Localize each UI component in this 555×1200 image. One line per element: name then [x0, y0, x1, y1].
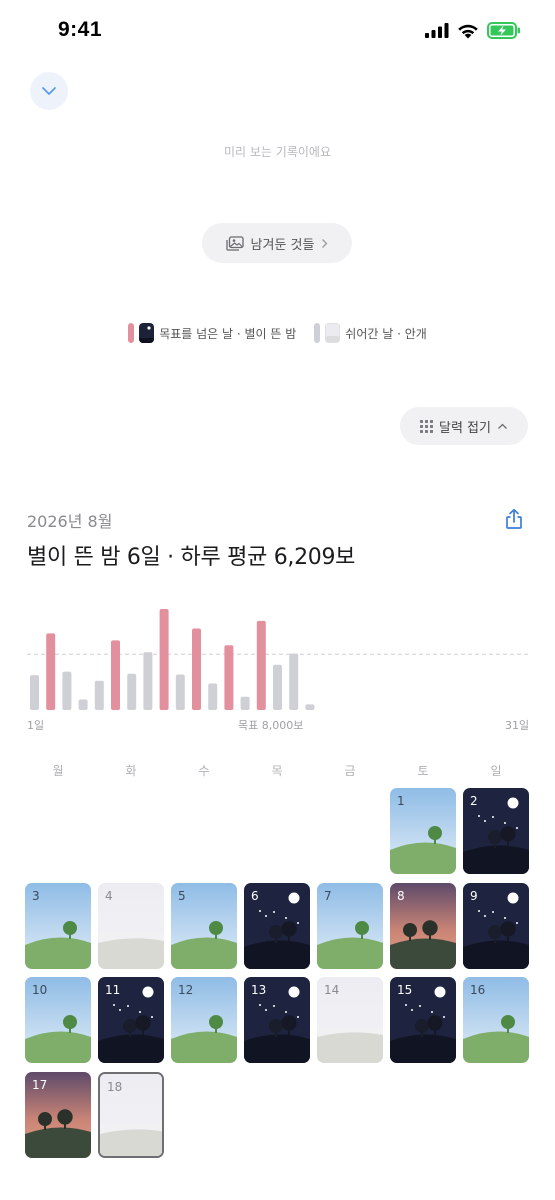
- calendar-day-number: 12: [178, 983, 194, 997]
- calendar-day-number: 2: [470, 794, 478, 808]
- status-bar: 9:41: [0, 0, 555, 62]
- chart-bar-day-3: [62, 671, 72, 710]
- month-label: 2026년 8월: [27, 512, 113, 531]
- status-time: 9:41: [58, 18, 103, 41]
- legend-goal: 목표를 넘은 날 · 별이 뜬 밤: [128, 323, 296, 343]
- weekday-header: 월 화 수 목 금 토 일: [25, 762, 529, 778]
- calendar-day-1[interactable]: 1: [390, 788, 456, 874]
- calendar-day-number: 9: [470, 889, 478, 903]
- calendar-day-number: 7: [324, 889, 332, 903]
- saved-items-button[interactable]: 남겨둔 것들: [202, 223, 352, 263]
- calendar-day-2[interactable]: 2: [463, 788, 529, 874]
- weekday-mon: 월: [52, 764, 64, 778]
- monthly-summary: 별이 뜬 밤 6일 · 하루 평균 6,209보: [27, 545, 356, 570]
- chart-bar-day-2: [46, 633, 56, 710]
- calendar-day-number: 17: [32, 1078, 48, 1092]
- calendar-day-number: 8: [397, 889, 405, 903]
- fold-calendar-label: 달력 접기: [439, 420, 491, 436]
- legend-rest: 쉬어간 날 · 안개: [314, 323, 427, 343]
- legend-rest-bar: [314, 323, 321, 343]
- legend-goal-bar: [128, 323, 135, 343]
- calendar-day-number: 5: [178, 889, 186, 903]
- chart-bar-day-16: [273, 664, 282, 710]
- share-icon[interactable]: [504, 508, 524, 530]
- wifi-icon: [458, 24, 478, 38]
- calendar-day-14[interactable]: 14: [317, 977, 383, 1063]
- chart-bar-day-6: [111, 640, 120, 710]
- calendar-grid-icon: [420, 419, 433, 433]
- photo-gallery-icon: [225, 235, 244, 251]
- steps-chart-svg: [27, 608, 528, 710]
- calendar-day-9[interactable]: 9: [463, 883, 529, 969]
- calendar-day-13[interactable]: 13: [244, 977, 310, 1063]
- calendar-day-number: 15: [397, 983, 413, 997]
- calendar-day-17[interactable]: 17: [25, 1072, 91, 1158]
- calendar-day-number: 1: [397, 794, 405, 808]
- calendar-day-6[interactable]: 6: [244, 883, 310, 969]
- chart-bar-day-5: [94, 680, 104, 710]
- calendar-day-16[interactable]: 16: [463, 977, 529, 1063]
- calendar-day-number: 10: [32, 983, 48, 997]
- calendar-day-number: 3: [32, 889, 40, 903]
- weekday-tue: 화: [125, 764, 137, 778]
- steps-bar-chart: 1일 목표 8,000보 31일: [0, 590, 555, 739]
- chart-bar-day-13: [224, 645, 234, 710]
- weekday-sat: 토: [417, 764, 429, 778]
- calendar-day-3[interactable]: 3: [25, 883, 91, 969]
- chevron-up-icon: [498, 423, 507, 429]
- calendar-day-5[interactable]: 5: [171, 883, 237, 969]
- chart-goal-label: 목표 8,000보: [238, 719, 304, 732]
- legend: 목표를 넘은 날 · 별이 뜬 밤 쉬어간 날 · 안개: [0, 323, 555, 343]
- chart-bar-day-7: [127, 673, 137, 710]
- chevron-right-icon: [322, 238, 328, 248]
- calendar-day-number: 11: [105, 983, 121, 997]
- chart-bar-day-17: [289, 653, 299, 710]
- calendar-day-15[interactable]: 15: [390, 977, 456, 1063]
- battery-charging-icon: [487, 22, 520, 39]
- calendar-day-number: 4: [105, 889, 113, 903]
- weekday-sun: 일: [490, 764, 502, 778]
- chart-bar-day-9: [159, 608, 169, 710]
- calendar-day-12[interactable]: 12: [171, 977, 237, 1063]
- calendar-day-number: 16: [470, 983, 486, 997]
- calendar-day-7[interactable]: 7: [317, 883, 383, 969]
- collapse-button[interactable]: [30, 72, 68, 110]
- chart-bar-day-18: [305, 704, 315, 710]
- calendar-day-10[interactable]: 10: [25, 977, 91, 1063]
- chart-bar-day-4: [78, 699, 88, 710]
- weekday-fri: 금: [344, 764, 356, 778]
- calendar-day-4[interactable]: 4: [98, 883, 164, 969]
- calendar-day-18[interactable]: 18: [98, 1072, 164, 1158]
- preview-note: 미리 보는 기록이에요: [224, 145, 331, 159]
- weekday-wed: 수: [198, 764, 210, 778]
- fog-swatch-icon: [325, 323, 341, 343]
- legend-rest-label: 쉬어간 날 · 안개: [345, 326, 427, 341]
- calendar-day-number: 14: [324, 983, 340, 997]
- status-icons: [425, 22, 521, 39]
- calendar-day-11[interactable]: 11: [98, 977, 164, 1063]
- chart-start-label: 1일: [27, 719, 45, 732]
- calendar-day-8[interactable]: 8: [390, 883, 456, 969]
- fold-calendar-button[interactable]: 달력 접기: [400, 407, 528, 445]
- chart-bar-day-15: [256, 620, 266, 710]
- calendar-day-number: 6: [251, 889, 259, 903]
- chevron-down-icon: [42, 87, 56, 95]
- calendar-day-number: 18: [107, 1080, 123, 1094]
- legend-goal-label: 목표를 넘은 날 · 별이 뜬 밤: [159, 326, 297, 341]
- weekday-thu: 목: [271, 764, 283, 778]
- star-night-swatch-icon: [139, 323, 155, 343]
- chart-bar-day-11: [192, 628, 201, 710]
- chart-bar-day-12: [208, 683, 218, 710]
- saved-items-label: 남겨둔 것들: [250, 237, 315, 253]
- chart-bar-day-14: [240, 696, 250, 710]
- calendar-day-number: 13: [251, 983, 267, 997]
- chart-bar-day-1: [30, 675, 39, 710]
- cellular-signal-icon: [425, 23, 449, 38]
- chart-bar-day-8: [143, 652, 153, 710]
- chart-bar-day-10: [175, 674, 185, 710]
- chart-end-label: 31일: [505, 719, 530, 732]
